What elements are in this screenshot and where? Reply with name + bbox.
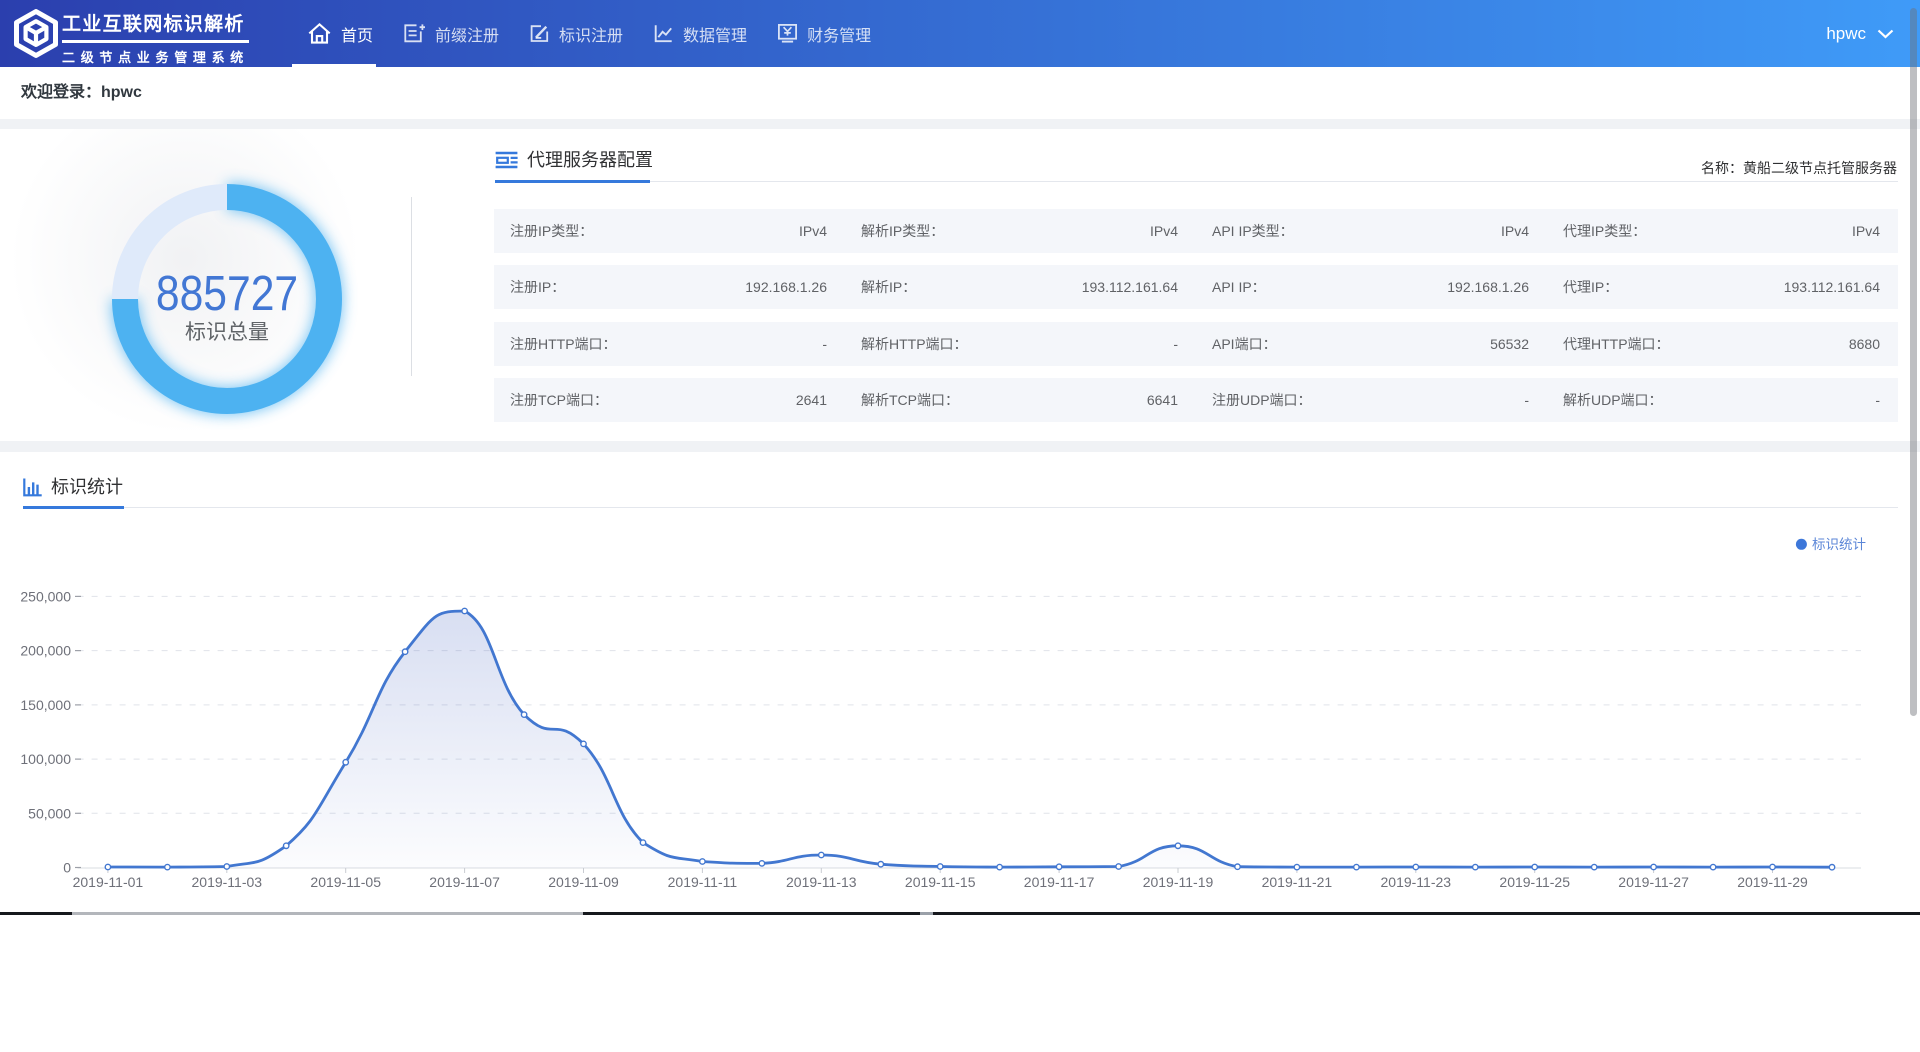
svg-text:2019-11-03: 2019-11-03 xyxy=(192,874,263,890)
svg-text:150,000: 150,000 xyxy=(20,697,71,713)
svg-text:0: 0 xyxy=(63,860,71,876)
svg-text:2019-11-07: 2019-11-07 xyxy=(429,874,500,890)
svg-text:200,000: 200,000 xyxy=(20,643,71,659)
svg-text:2019-11-13: 2019-11-13 xyxy=(786,874,857,890)
svg-text:2019-11-23: 2019-11-23 xyxy=(1381,874,1452,890)
svg-text:100,000: 100,000 xyxy=(20,751,71,767)
svg-text:250,000: 250,000 xyxy=(20,588,71,604)
svg-text:2019-11-27: 2019-11-27 xyxy=(1618,874,1689,890)
svg-text:2019-11-09: 2019-11-09 xyxy=(548,874,619,890)
svg-text:2019-11-01: 2019-11-01 xyxy=(73,874,144,890)
svg-text:2019-11-11: 2019-11-11 xyxy=(668,874,738,890)
svg-text:2019-11-29: 2019-11-29 xyxy=(1737,874,1808,890)
svg-text:2019-11-05: 2019-11-05 xyxy=(310,874,381,890)
svg-text:2019-11-21: 2019-11-21 xyxy=(1262,874,1333,890)
svg-text:2019-11-17: 2019-11-17 xyxy=(1024,874,1095,890)
svg-text:2019-11-15: 2019-11-15 xyxy=(905,874,976,890)
svg-text:2019-11-25: 2019-11-25 xyxy=(1499,874,1570,890)
svg-text:标识统计: 标识统计 xyxy=(1812,537,1866,552)
svg-text:50,000: 50,000 xyxy=(28,805,71,821)
svg-text:2019-11-19: 2019-11-19 xyxy=(1143,874,1214,890)
